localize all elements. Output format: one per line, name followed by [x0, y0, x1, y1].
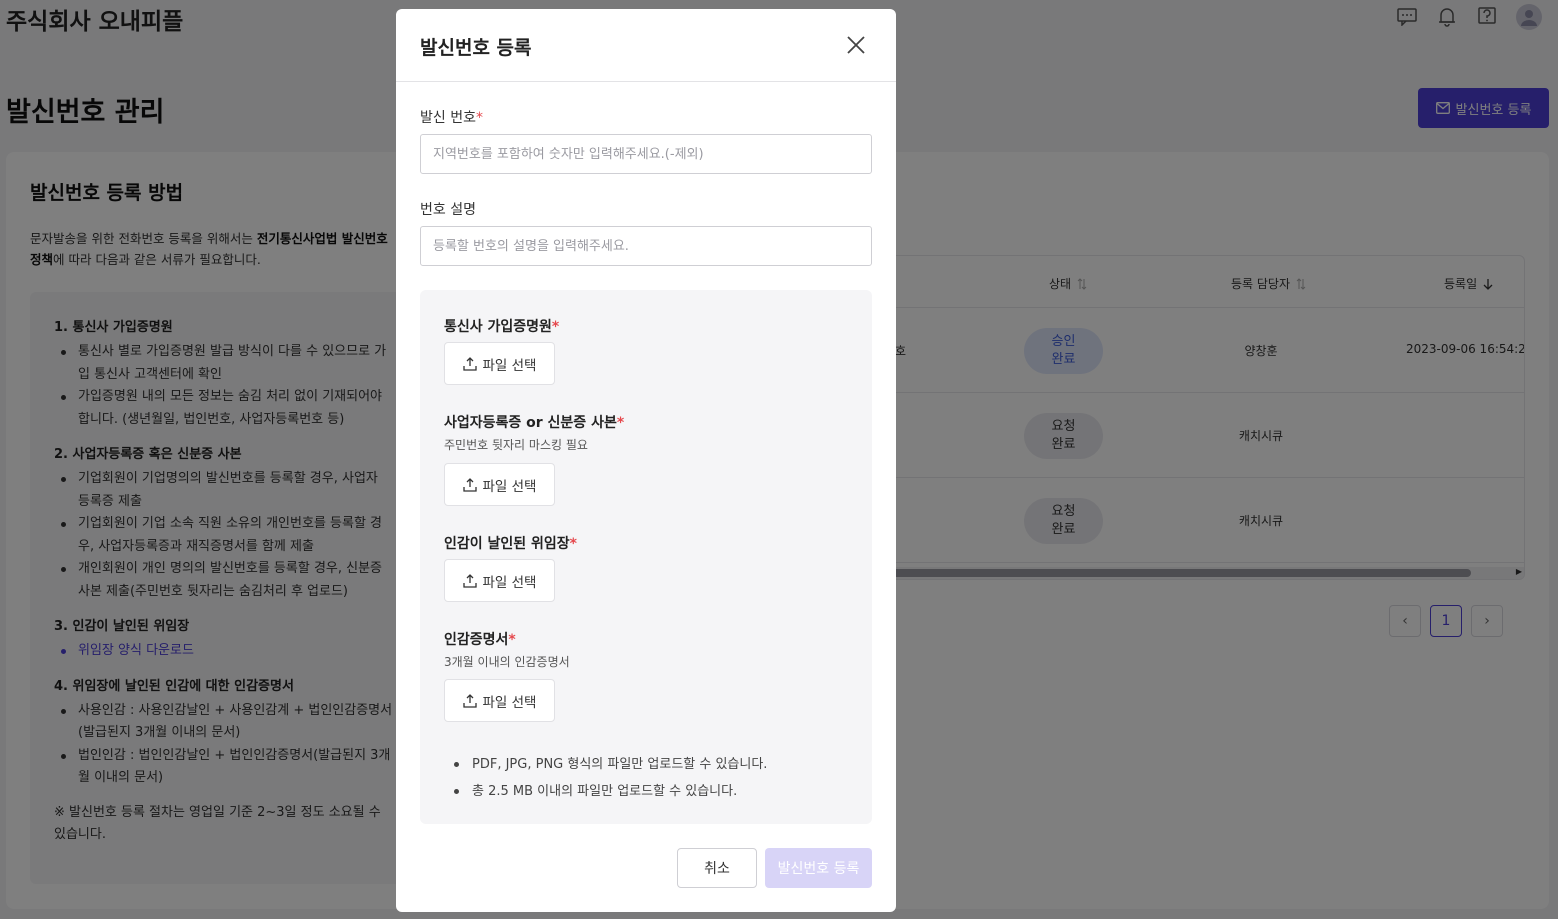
upload-panel: 통신사 가입증명원* 파일 선택 사업자등록증 or 신분증 사본* 주민번호 … — [420, 290, 872, 824]
sender-number-input[interactable] — [420, 134, 872, 174]
upload-label-text: 사업자등록증 or 신분증 사본 — [444, 415, 617, 431]
file-select-label: 파일 선택 — [482, 574, 537, 591]
cancel-button[interactable]: 취소 — [677, 848, 757, 888]
upload-icon — [462, 573, 477, 588]
file-select-label: 파일 선택 — [482, 357, 537, 374]
sender-number-label: 발신 번호* — [420, 107, 483, 127]
description-input[interactable] — [420, 226, 872, 266]
upload-label-text: 통신사 가입증명원 — [444, 319, 552, 335]
upload-label: 인감이 날인된 위임장* — [444, 533, 577, 553]
upload-note: PDF, JPG, PNG 형식의 파일만 업로드할 수 있습니다. — [452, 751, 767, 778]
required-mark: * — [508, 632, 516, 648]
upload-note: 총 2.5 MB 이내의 파일만 업로드할 수 있습니다. — [452, 778, 767, 805]
close-icon — [847, 36, 865, 54]
upload-notes: PDF, JPG, PNG 형식의 파일만 업로드할 수 있습니다. 총 2.5… — [452, 751, 767, 805]
file-select-button[interactable]: 파일 선택 — [444, 342, 555, 385]
required-mark: * — [616, 415, 625, 431]
sender-number-label-text: 발신 번호 — [420, 110, 476, 126]
required-mark: * — [569, 536, 577, 552]
submit-register-button[interactable]: 발신번호 등록 — [765, 848, 872, 888]
upload-hint: 주민번호 뒷자리 마스킹 필요 — [444, 438, 588, 452]
upload-icon — [462, 693, 477, 708]
upload-label: 사업자등록증 or 신분증 사본* — [444, 412, 624, 432]
file-select-button[interactable]: 파일 선택 — [444, 559, 555, 602]
modal-title: 발신번호 등록 — [420, 37, 532, 59]
file-select-label: 파일 선택 — [482, 694, 537, 711]
file-select-button[interactable]: 파일 선택 — [444, 463, 555, 506]
file-select-label: 파일 선택 — [482, 478, 537, 495]
upload-label: 인감증명서* — [444, 629, 516, 649]
description-label: 번호 설명 — [420, 202, 476, 218]
upload-label-text: 인감증명서 — [444, 632, 509, 648]
upload-label-text: 인감이 날인된 위임장 — [444, 536, 570, 552]
upload-hint: 3개월 이내의 인감증명서 — [444, 655, 570, 669]
modal-header: 발신번호 등록 — [396, 9, 896, 82]
upload-icon — [462, 356, 477, 371]
upload-label: 통신사 가입증명원* — [444, 316, 559, 336]
required-mark: * — [551, 319, 560, 335]
close-button[interactable] — [844, 33, 868, 57]
upload-icon — [462, 477, 477, 492]
required-mark: * — [475, 110, 483, 126]
register-sender-modal: 발신번호 등록 발신 번호* 번호 설명 통신사 가입증명원* 파일 선택 사업… — [396, 9, 896, 912]
file-select-button[interactable]: 파일 선택 — [444, 679, 555, 722]
